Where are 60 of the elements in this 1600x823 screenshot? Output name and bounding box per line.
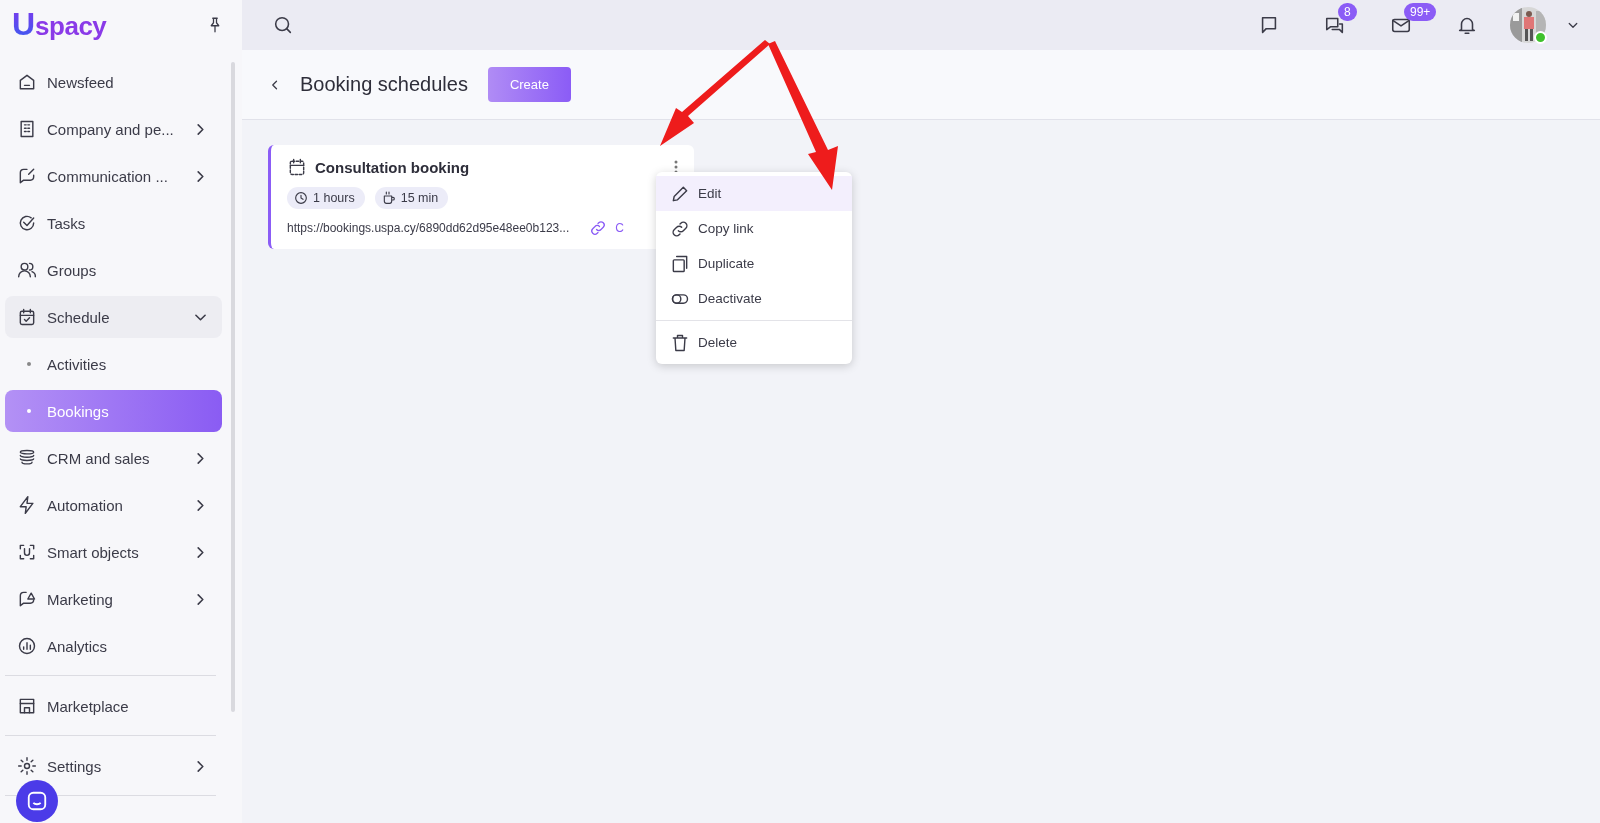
sidebar-item[interactable]: CRM and sales: [5, 437, 222, 479]
search-button[interactable]: [272, 14, 294, 36]
booking-card[interactable]: Consultation booking 1 hours 15 min https://bookings.uspa.cy/6890dd62d95e48ee0b123... C: [268, 145, 694, 249]
sidebar-item[interactable]: Activities: [5, 343, 222, 385]
bullet-icon: [27, 409, 31, 413]
chevron-right-icon: [195, 123, 206, 135]
user-avatar[interactable]: [1510, 7, 1546, 43]
store-icon: [17, 696, 37, 716]
page-title: Booking schedules: [300, 73, 468, 96]
chevron-right-icon: [195, 452, 206, 464]
count-badge: 99+: [1404, 3, 1437, 21]
chat-launcher-button[interactable]: [16, 780, 58, 822]
lightning-icon: [17, 495, 37, 515]
calendar-check-icon: [17, 307, 37, 327]
sidebar-item[interactable]: Tasks: [5, 202, 222, 244]
sidebar-item[interactable]: Groups: [5, 249, 222, 291]
copy-link[interactable]: C: [615, 221, 624, 235]
menu-item[interactable]: Deactivate: [656, 281, 852, 316]
chat-icon: [26, 790, 48, 812]
menu-item[interactable]: Duplicate: [656, 246, 852, 281]
booking-url: https://bookings.uspa.cy/6890dd62d95e48ee0b123...: [287, 221, 570, 235]
chart-circle-icon: [17, 636, 37, 656]
duration-chip: 15 min: [374, 187, 449, 209]
sidebar-item[interactable]: Newsfeed: [5, 61, 222, 103]
chevron-right-icon: [195, 760, 206, 772]
home-icon: [17, 72, 37, 92]
trash-icon: [670, 332, 690, 353]
chevron-right-icon: [195, 499, 206, 511]
chevron-right-icon: [195, 170, 206, 182]
chat-pen-icon: [17, 166, 37, 186]
card-title: Consultation booking: [315, 158, 471, 176]
chevron-right-icon: [195, 593, 206, 605]
check-circle-icon: [17, 213, 37, 233]
sidebar-item[interactable]: Settings: [5, 745, 222, 787]
scan-icon: [17, 542, 37, 562]
menu-item[interactable]: Delete: [656, 325, 852, 360]
link-icon: [670, 218, 690, 239]
building-icon: [17, 119, 37, 139]
users-icon: [17, 260, 37, 280]
gear-icon: [17, 756, 37, 776]
duration-chip: 1 hours: [287, 187, 365, 209]
sidebar-item[interactable]: Communication ...: [5, 155, 222, 197]
menu-item[interactable]: Edit: [656, 176, 852, 211]
sidebar-item[interactable]: Company and pe...: [5, 108, 222, 150]
clock-icon: [293, 190, 309, 206]
sidebar-item[interactable]: Analytics: [5, 625, 222, 667]
search-icon: [272, 14, 294, 36]
chevron-right-icon: [195, 546, 206, 558]
calendar-icon: [287, 157, 307, 177]
sidebar-item[interactable]: Marketplace: [5, 685, 222, 727]
sidebar-item[interactable]: Schedule: [5, 296, 222, 338]
sidebar-item[interactable]: Smart objects: [5, 531, 222, 573]
sidebar-item[interactable]: Automation: [5, 484, 222, 526]
count-badge: 8: [1338, 3, 1357, 21]
sidebar-item[interactable]: Marketing: [5, 578, 222, 620]
database-icon: [17, 448, 37, 468]
copy-icon: [670, 253, 690, 274]
app-logo: Uspacy: [12, 8, 107, 42]
bullet-icon: [27, 362, 31, 366]
link-icon: [589, 219, 608, 237]
